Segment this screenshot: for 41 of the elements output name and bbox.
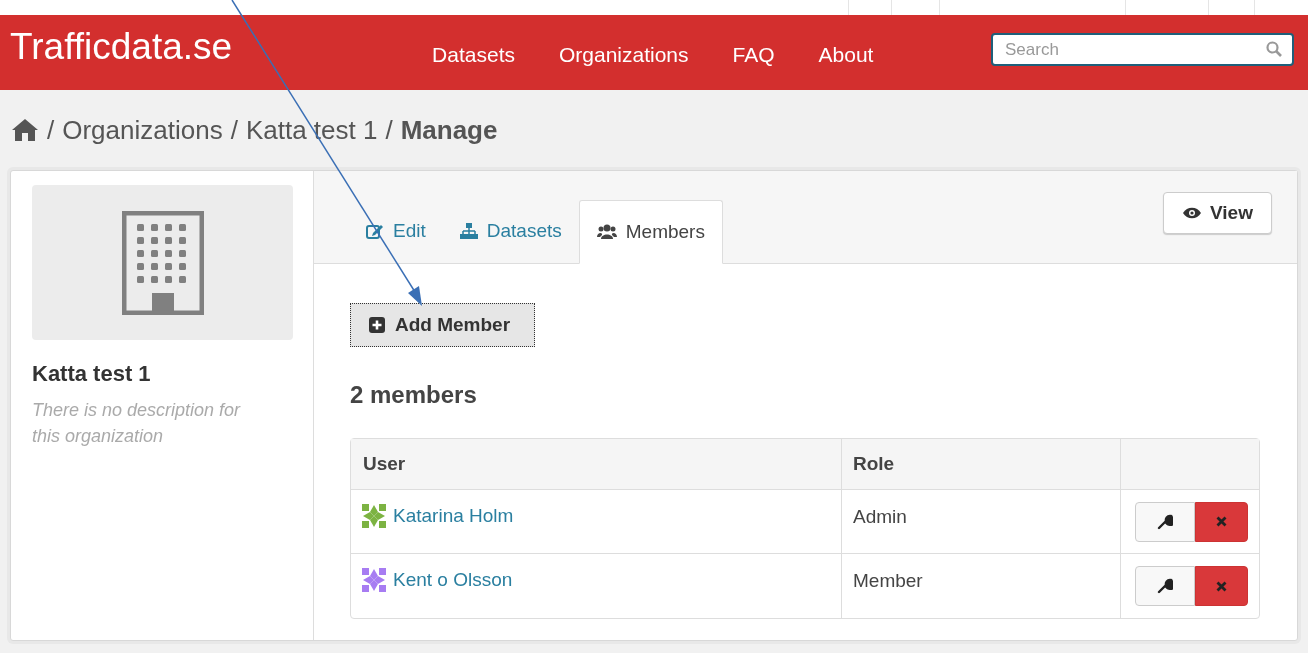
breadcrumb-separator: / (385, 113, 393, 147)
edit-role-button[interactable] (1135, 501, 1195, 542)
breadcrumb-link[interactable]: Organizations (62, 110, 223, 150)
tab[interactable]: Datasets (442, 199, 579, 263)
view-button[interactable]: View (1163, 192, 1272, 234)
breadcrumb-link[interactable]: Katta test 1 (245, 110, 378, 150)
add-member-button[interactable]: Add Member (350, 303, 535, 347)
wrench-icon (1157, 578, 1173, 594)
nav-link[interactable]: Datasets (432, 38, 515, 71)
members-count: 2 members (350, 380, 478, 410)
tab[interactable]: Members (578, 200, 723, 264)
wrench-icon (1157, 513, 1173, 530)
user-link[interactable]: Katarina Holm (393, 502, 514, 531)
nav-link[interactable]: Organizations (559, 38, 689, 71)
table-cell: Admin (841, 490, 1120, 554)
edit-role-button[interactable] (1135, 566, 1195, 606)
organization-description: There is no description for this organization (32, 399, 242, 448)
table-cell: Member (841, 554, 1120, 618)
nav-link[interactable]: FAQ (732, 38, 775, 71)
edit-icon (366, 223, 384, 239)
column-header: Role (841, 439, 1120, 490)
breadcrumb-current: Manage (400, 113, 498, 147)
close-icon (1216, 580, 1227, 592)
site-logo[interactable]: Trafficdata.se (10, 28, 233, 65)
nav-link[interactable]: About (818, 38, 874, 71)
users-icon (596, 224, 617, 240)
tab[interactable]: Edit (349, 199, 443, 263)
breadcrumb-separator: / (230, 113, 238, 147)
search-field[interactable]: Search (991, 33, 1294, 66)
breadcrumb-separator: / (47, 113, 55, 147)
user-link[interactable]: Kent o Olsson (393, 566, 513, 595)
organization-name: Katta test 1 (32, 360, 152, 388)
search-icon[interactable] (1266, 41, 1282, 57)
plus-square-icon (369, 317, 385, 333)
delete-button[interactable] (1195, 501, 1248, 542)
eye-icon (1182, 207, 1202, 219)
close-icon (1216, 516, 1227, 527)
building-icon (121, 210, 204, 315)
home-icon[interactable] (11, 118, 39, 142)
column-header: User (351, 439, 841, 490)
sitemap-icon (459, 223, 478, 239)
